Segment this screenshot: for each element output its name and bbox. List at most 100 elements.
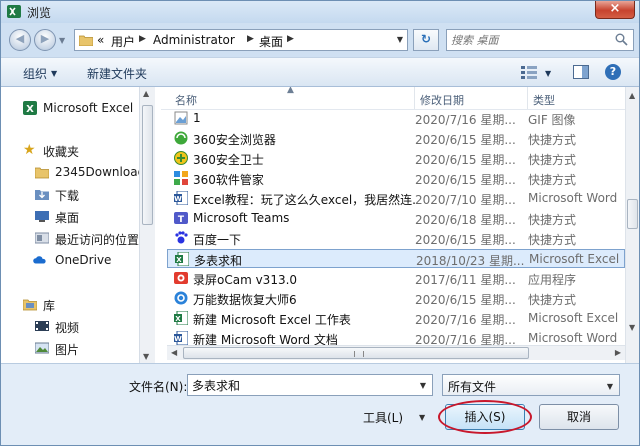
folder-icon [79,35,93,46]
search-icon[interactable] [615,33,628,46]
table-row[interactable]: 万能数据恢复大师6 2020/6/15 星期... 快捷方式 [167,289,625,308]
column-divider[interactable] [414,87,415,109]
back-button[interactable]: ◀ [9,29,31,51]
table-row[interactable]: 360安全卫士 2020/6/15 星期... 快捷方式 [167,149,625,168]
view-dropdown-icon[interactable]: ▼ [545,69,551,78]
table-row[interactable]: 360软件管家 2020/6/15 星期... 快捷方式 [167,169,625,188]
security-360-icon [174,151,188,165]
table-row[interactable]: 录屏oCam v313.0 2017/6/11 星期... 应用程序 [167,269,625,288]
table-row[interactable]: X 新建 Microsoft Excel 工作表 2020/7/16 星期... Mi… [167,309,625,328]
cloud-icon [33,256,46,264]
scroll-thumb[interactable] [627,199,638,229]
address-bar[interactable]: « 用户 ▶ Administrator ▶ 桌面 ▶ ▼ [74,29,408,51]
file-type: GIF 图像 [528,113,576,127]
sidebar-item-downloads[interactable]: 下载 [1,185,139,203]
tools-dropdown-icon[interactable]: ▼ [419,413,425,422]
close-button[interactable]: × [595,1,635,19]
scroll-left-icon[interactable]: ◀ [171,348,177,357]
recent-locations-dropdown[interactable]: ▼ [59,36,65,45]
file-date: 2020/7/16 星期... [415,313,516,327]
file-type: 应用程序 [528,273,577,287]
search-box[interactable] [446,29,634,51]
organize-button[interactable]: 组织 [23,65,47,82]
preview-pane-icon[interactable] [573,65,589,79]
recent-places-icon [35,232,49,244]
column-name[interactable]: 名称 [175,92,197,108]
scroll-down-icon[interactable]: ▼ [629,323,635,332]
sidebar-item-microsoft-excel[interactable]: X Microsoft Excel [1,99,139,117]
sidebar-item-desktop[interactable]: 桌面 [1,207,139,225]
file-type: 快捷方式 [528,293,577,307]
table-row[interactable]: W Excel教程：玩了这么久excel，我居然连... 2020/7/10 星期.… [167,189,625,208]
sidebar-item-label: 最近访问的位置 [55,233,139,247]
breadcrumb-desktop[interactable]: 桌面 [259,33,283,50]
breadcrumb-separator-icon[interactable]: ▶ [287,34,294,44]
sidebar-item-recent-places[interactable]: 最近访问的位置 [1,229,139,247]
sidebar-item-label: 收藏夹 [43,145,80,159]
file-type: 快捷方式 [528,213,577,227]
sidebar-item-videos[interactable]: 视频 [1,317,139,335]
table-row[interactable]: 百度一下 2020/6/15 星期... 快捷方式 [167,229,625,248]
svg-text:X: X [26,104,34,115]
scroll-up-icon[interactable]: ▲ [143,89,149,98]
scroll-thumb[interactable] [142,105,153,225]
excel-file-icon: X [175,252,189,266]
file-date: 2020/6/15 星期... [415,133,516,147]
sidebar-item-label: 库 [43,299,56,313]
file-list-scrollbar[interactable]: ▲ ▼ [625,87,639,363]
sidebar-item-2345downloads[interactable]: 2345Downloads [1,163,139,181]
view-options-icon[interactable] [521,66,537,79]
filename-dropdown-icon[interactable]: ▼ [420,381,426,390]
sidebar-item-label: Microsoft Excel [43,101,134,115]
tools-button[interactable]: 工具(L) [363,409,403,426]
excel-file-icon: X [174,311,188,325]
column-divider[interactable] [527,87,528,109]
horizontal-scrollbar[interactable]: ◀ ▶ [167,345,625,360]
table-row[interactable]: 1 2020/7/16 星期... GIF 图像 [167,109,625,128]
refresh-icon: ↻ [420,32,432,46]
sidebar-item-onedrive[interactable]: OneDrive [1,251,139,269]
address-dropdown-icon[interactable]: ▼ [397,35,403,44]
column-type[interactable]: 类型 [533,92,555,108]
horizontal-scroll-thumb[interactable] [183,347,529,359]
scroll-right-icon[interactable]: ▶ [615,348,621,357]
filetype-select[interactable]: 所有文件 ▼ [442,374,620,396]
breadcrumb-users[interactable]: 用户 [111,33,135,50]
file-list: ▲ 名称 修改日期 类型 1 2020/7/16 星期... GIF 图像 360安全… [161,87,639,363]
organize-dropdown-icon[interactable]: ▼ [51,69,57,78]
new-folder-button[interactable]: 新建文件夹 [87,65,147,82]
sidebar-item-favorites[interactable]: ★ 收藏夹 [1,141,139,159]
table-row[interactable]: X 多表求和 2018/10/23 星期... Microsoft Excel [167,249,625,268]
breadcrumb-administrator[interactable]: Administrator [153,33,235,47]
scroll-up-icon[interactable]: ▲ [629,91,635,100]
filename-input[interactable] [192,377,402,393]
file-date: 2017/6/11 星期... [415,273,516,287]
scroll-down-icon[interactable]: ▼ [143,352,149,361]
table-row[interactable]: T Microsoft Teams 2020/6/18 星期... 快捷方式 [167,209,625,228]
help-icon[interactable]: ? [605,64,621,80]
word-doc-icon: W [174,331,188,345]
column-date-modified[interactable]: 修改日期 [420,92,464,108]
breadcrumb-separator-icon[interactable]: ▶ [139,34,146,44]
baidu-icon [175,231,188,244]
breadcrumb-separator-icon[interactable]: ▶ [247,34,254,44]
file-name: 录屏oCam v313.0 [193,273,298,287]
forward-button[interactable]: ▶ [34,29,56,51]
file-date: 2020/6/15 星期... [415,153,516,167]
star-icon: ★ [23,142,36,158]
sidebar-item-pictures[interactable]: 图片 [1,339,139,357]
cancel-button[interactable]: 取消 [539,404,619,430]
breadcrumb-overflow[interactable]: « [97,33,104,47]
navigation-pane-scrollbar[interactable]: ▲ ▼ [139,87,155,363]
insert-button[interactable]: 插入(S) [445,404,525,430]
sort-ascending-icon: ▲ [287,87,294,95]
sidebar-item-label: OneDrive [55,253,112,267]
filetype-dropdown-icon[interactable]: ▼ [607,382,613,391]
filename-combobox[interactable]: ▼ [187,374,433,396]
search-input[interactable] [451,32,611,48]
excel-icon: X [23,101,37,115]
table-row[interactable]: 360安全浏览器 2020/6/15 星期... 快捷方式 [167,129,625,148]
refresh-button[interactable]: ↻ [413,29,439,51]
sidebar-item-libraries[interactable]: 库 [1,295,139,313]
navigation-pane: X Microsoft Excel ★ 收藏夹 2345Downloads 下载… [1,87,139,363]
